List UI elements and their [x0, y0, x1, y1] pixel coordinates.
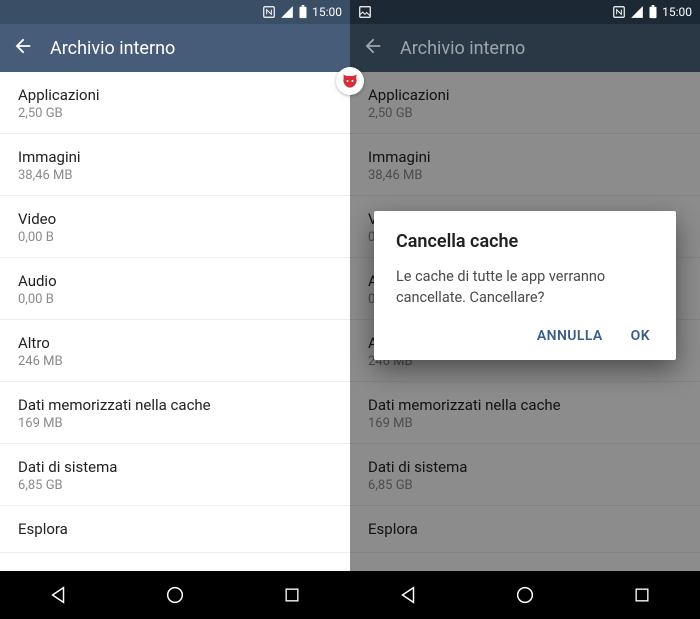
battery-icon — [298, 5, 308, 19]
signal-icon — [630, 5, 644, 19]
nav-recent-icon[interactable] — [618, 571, 666, 619]
list-item[interactable]: Dati memorizzati nella cache169 MB — [0, 382, 350, 444]
nfc-icon — [612, 5, 626, 19]
dialog-title: Cancella cache — [396, 231, 654, 252]
dialog-message: Le cache di tutte le app verranno cancel… — [396, 266, 654, 308]
list-item[interactable]: Dati di sistema6,85 GB — [350, 444, 700, 506]
nav-back-icon[interactable] — [34, 571, 82, 619]
confirm-dialog: Cancella cache Le cache di tutte le app … — [374, 211, 676, 360]
app-bar: Archivio interno — [0, 24, 350, 72]
list-item[interactable]: Esplora — [0, 506, 350, 553]
devil-badge-icon — [336, 67, 364, 95]
storage-list: Applicazioni2,50 GB Immagini38,46 MB Vid… — [0, 72, 350, 571]
page-title: Archivio interno — [400, 38, 525, 59]
nav-home-icon[interactable] — [151, 571, 199, 619]
list-item[interactable]: Altro246 MB — [0, 320, 350, 382]
status-bar: 15:00 — [350, 0, 700, 24]
list-item[interactable]: Dati di sistema6,85 GB — [0, 444, 350, 506]
nav-home-icon[interactable] — [501, 571, 549, 619]
battery-icon — [648, 5, 658, 19]
phone-screen-left: 15:00 Archivio interno Applicazioni2,50 … — [0, 0, 350, 619]
list-item[interactable]: Applicazioni2,50 GB — [0, 72, 350, 134]
list-item[interactable]: Immagini38,46 MB — [0, 134, 350, 196]
signal-icon — [280, 5, 294, 19]
nfc-icon — [262, 5, 276, 19]
list-item[interactable]: Dati memorizzati nella cache169 MB — [350, 382, 700, 444]
nav-recent-icon[interactable] — [268, 571, 316, 619]
status-time: 15:00 — [312, 5, 342, 19]
list-item[interactable]: Applicazioni2,50 GB — [350, 72, 700, 134]
list-item[interactable]: Esplora — [350, 506, 700, 553]
page-title: Archivio interno — [50, 38, 175, 59]
status-time: 15:00 — [662, 5, 692, 19]
cancel-button[interactable]: ANNULLA — [537, 328, 603, 344]
list-item[interactable]: Video0,00 B — [0, 196, 350, 258]
gallery-icon — [358, 5, 372, 19]
back-icon[interactable] — [12, 35, 34, 62]
back-icon[interactable] — [362, 35, 384, 62]
navigation-bar — [350, 571, 700, 619]
list-item[interactable]: Immagini38,46 MB — [350, 134, 700, 196]
list-item[interactable]: Audio0,00 B — [0, 258, 350, 320]
navigation-bar — [0, 571, 350, 619]
status-bar: 15:00 — [0, 0, 350, 24]
ok-button[interactable]: OK — [631, 328, 650, 344]
app-bar: Archivio interno — [350, 24, 700, 72]
nav-back-icon[interactable] — [384, 571, 432, 619]
